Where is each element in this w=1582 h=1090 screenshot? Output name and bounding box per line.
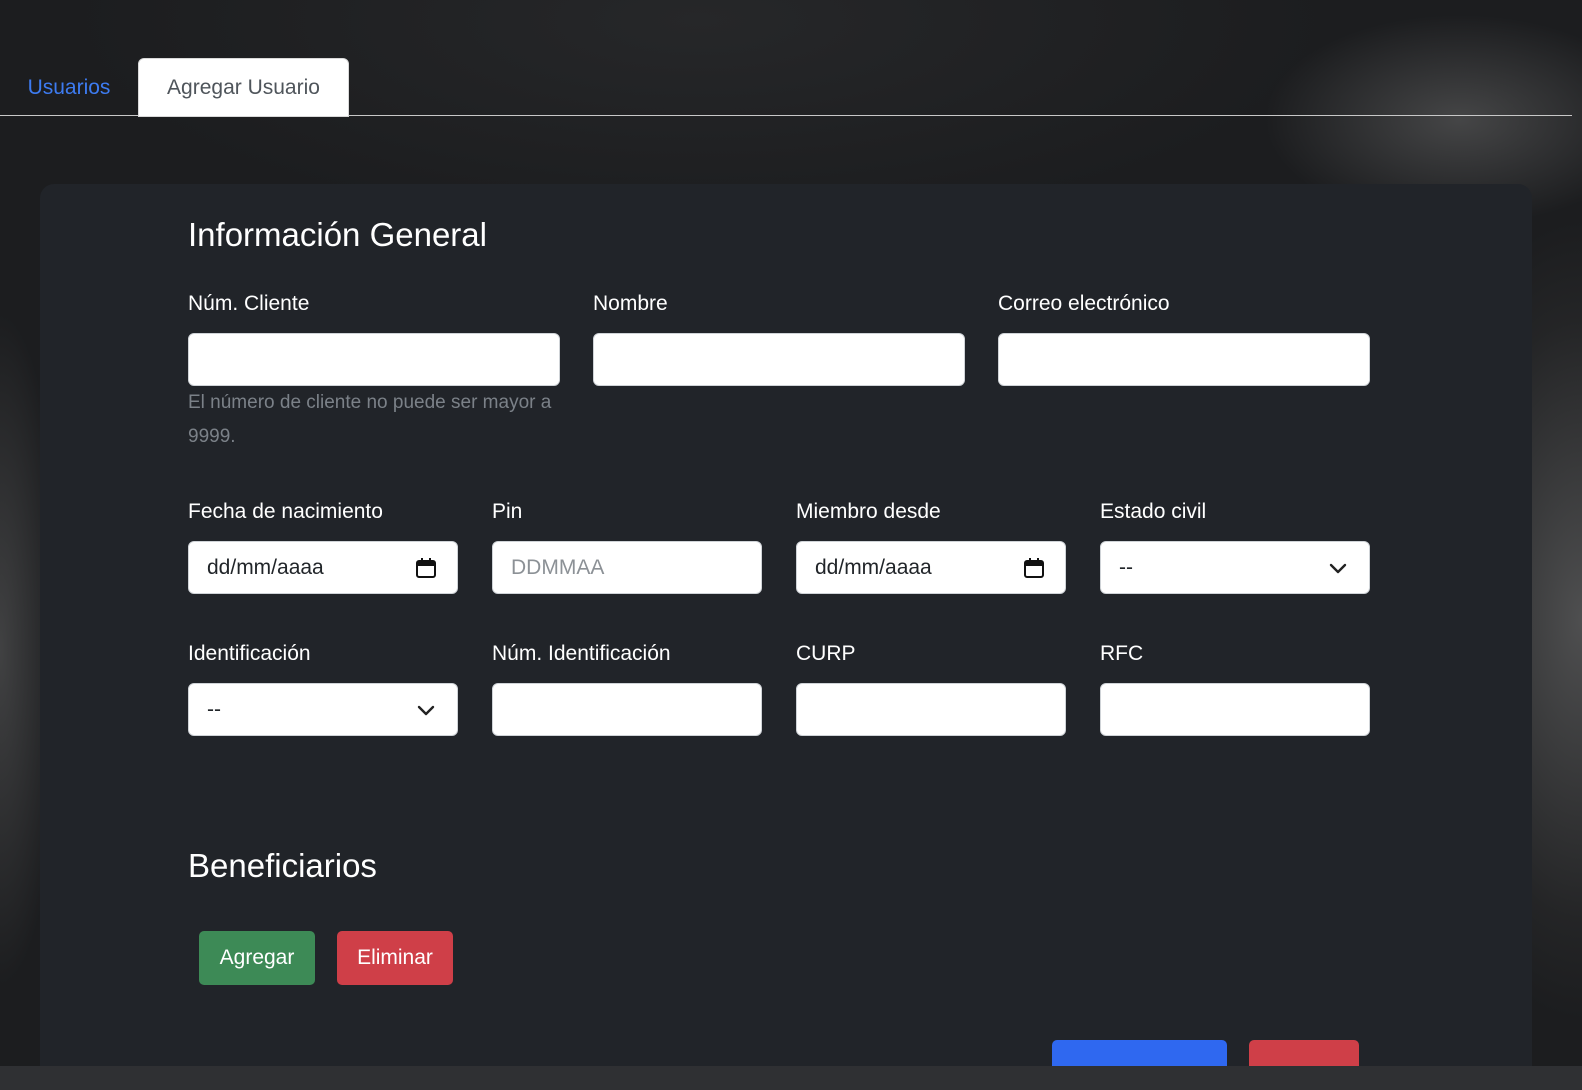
- member-since-value: dd/mm/aaaa: [815, 556, 932, 579]
- rfc-input[interactable]: [1100, 683, 1370, 736]
- email-label: Correo electrónico: [998, 292, 1170, 315]
- user-form-card: Información General Núm. Cliente El núme…: [40, 184, 1532, 1090]
- client-number-input[interactable]: [188, 333, 560, 386]
- tab-usuarios[interactable]: Usuarios: [0, 58, 138, 116]
- marital-status-label: Estado civil: [1100, 500, 1207, 523]
- rfc-label: RFC: [1100, 642, 1144, 665]
- identification-select[interactable]: --: [188, 683, 458, 736]
- member-since-input[interactable]: dd/mm/aaaa: [796, 541, 1066, 594]
- marital-status-selected: --: [1119, 556, 1133, 579]
- section-title-general: Información General: [188, 216, 487, 253]
- tab-agregar-usuario[interactable]: Agregar Usuario: [138, 58, 349, 117]
- chevron-down-icon: [417, 705, 435, 716]
- pin-placeholder: DDMMAA: [511, 556, 605, 579]
- tab-bar: Usuarios Agregar Usuario: [0, 58, 1572, 117]
- delete-beneficiary-button[interactable]: Eliminar: [337, 931, 453, 985]
- identification-label: Identificación: [188, 642, 311, 665]
- name-label: Nombre: [593, 292, 668, 315]
- birth-date-input[interactable]: dd/mm/aaaa: [188, 541, 458, 594]
- id-number-label: Núm. Identificación: [492, 642, 671, 665]
- pin-label: Pin: [492, 500, 523, 523]
- birth-date-label: Fecha de nacimiento: [188, 500, 383, 523]
- chevron-down-icon: [1329, 563, 1347, 574]
- pin-input[interactable]: DDMMAA: [492, 541, 762, 594]
- calendar-icon[interactable]: [415, 557, 437, 579]
- bottom-bar: [0, 1066, 1582, 1090]
- curp-label: CURP: [796, 642, 856, 665]
- client-number-help: El número de cliente no puede ser mayor …: [188, 392, 552, 447]
- calendar-icon[interactable]: [1023, 557, 1045, 579]
- name-input[interactable]: [593, 333, 965, 386]
- curp-input[interactable]: [796, 683, 1066, 736]
- email-input[interactable]: [998, 333, 1370, 386]
- id-number-input[interactable]: [492, 683, 762, 736]
- birth-date-value: dd/mm/aaaa: [207, 556, 324, 579]
- marital-status-select[interactable]: --: [1100, 541, 1370, 594]
- identification-selected: --: [207, 698, 221, 721]
- client-number-label: Núm. Cliente: [188, 292, 310, 315]
- section-title-beneficiaries: Beneficiarios: [188, 847, 377, 884]
- member-since-label: Miembro desde: [796, 500, 941, 523]
- add-beneficiary-button[interactable]: Agregar: [199, 931, 315, 985]
